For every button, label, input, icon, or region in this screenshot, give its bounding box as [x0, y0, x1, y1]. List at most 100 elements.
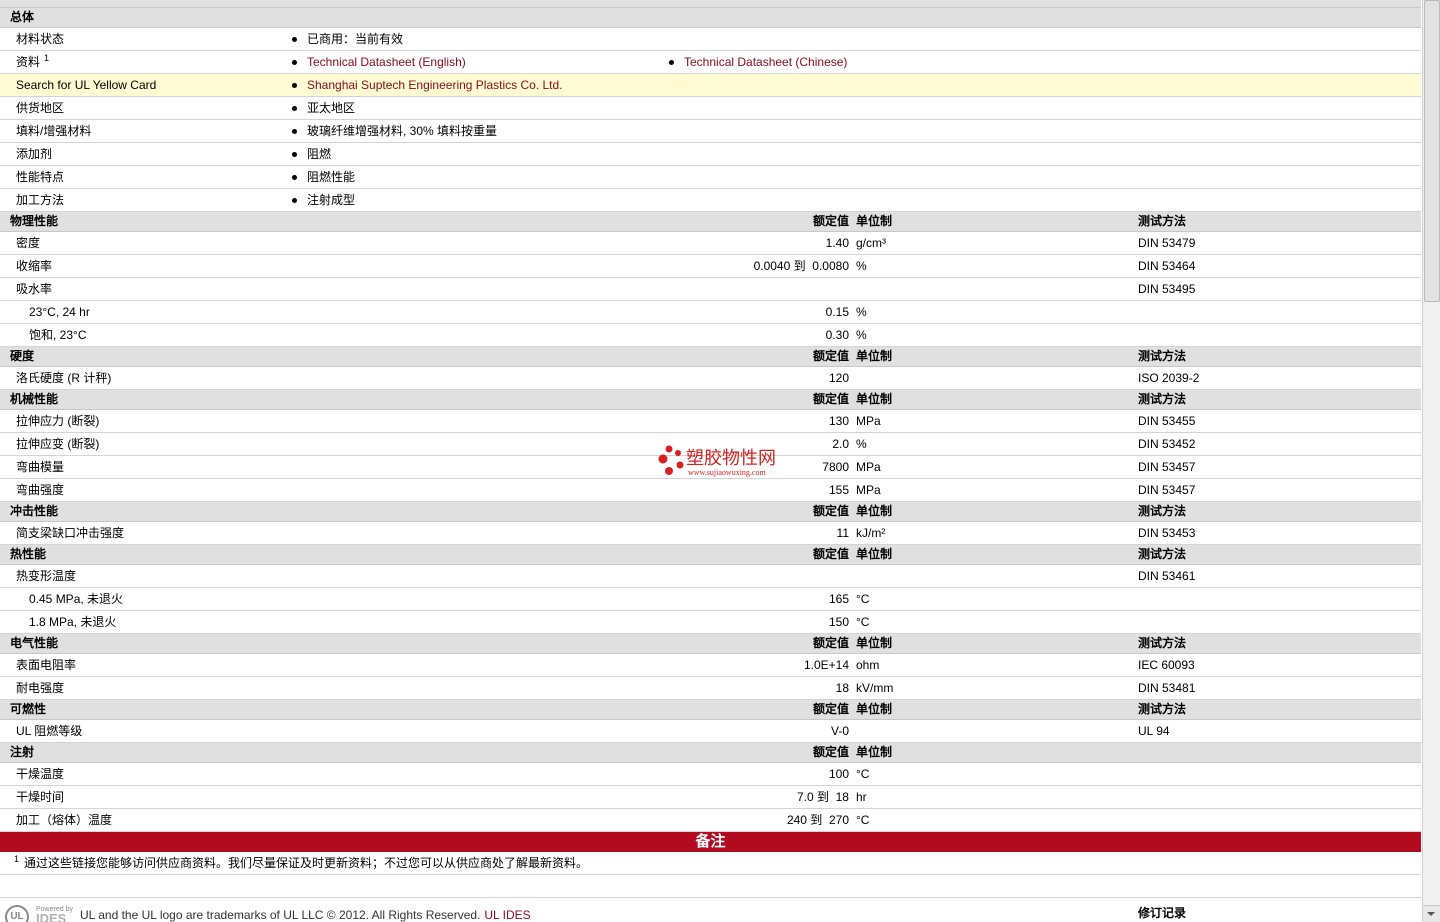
property-row: UL 阻燃等级 V-0 UL 94	[0, 720, 1421, 743]
ides-logo: IDES	[36, 911, 67, 922]
general-row: 资料 1 Technical Datasheet (English) Technica…	[0, 51, 1421, 74]
section-header: 硬度 额定值 单位制 测试方法	[0, 347, 1421, 367]
property-value: 120	[828, 371, 849, 385]
scrollbar-thumb[interactable]	[1424, 0, 1440, 302]
revision-history: 修订记录	[1138, 906, 1187, 920]
datasheet-link[interactable]: Shanghai Suptech Engineering Plastics Co…	[292, 74, 563, 96]
column-header-value: 额定值	[812, 702, 849, 716]
column-header-unit: 单位制	[856, 547, 893, 561]
property-unit: °C	[856, 813, 870, 827]
property-unit: %	[856, 305, 867, 319]
ul-ides-link[interactable]: UL IDES	[484, 908, 530, 922]
property-row: 热变形温度 DIN 53461	[0, 565, 1421, 588]
property-label: 收缩率	[16, 259, 53, 273]
property-unit: ohm	[856, 658, 880, 672]
section-title: 可燃性	[10, 702, 47, 716]
general-label-text: 填料/增强材料	[16, 124, 92, 138]
property-label: 表面电阻率	[16, 658, 77, 672]
test-method: IEC 60093	[1138, 658, 1195, 672]
property-row: 拉伸应变 (断裂) 2.0% DIN 53452	[0, 433, 1421, 456]
general-label: 资料 1	[16, 51, 49, 74]
property-unit: %	[856, 437, 867, 451]
general-label: 材料状态	[16, 28, 64, 50]
property-value: 1.40	[825, 236, 849, 250]
property-label: 23°C, 24 hr	[29, 305, 90, 319]
column-header-test-method: 测试方法	[1138, 349, 1187, 363]
datasheet-link[interactable]: Technical Datasheet (Chinese)	[668, 51, 847, 73]
property-unit: MPa	[856, 483, 881, 497]
section-title: 物理性能	[10, 214, 59, 228]
test-method: ISO 2039-2	[1138, 371, 1200, 385]
general-label-text: 材料状态	[16, 32, 65, 46]
property-unit: %	[856, 259, 867, 273]
property-unit: g/cm³	[856, 236, 886, 250]
property-unit: MPa	[856, 460, 881, 474]
property-label: 洛氏硬度 (R 计秤)	[16, 371, 112, 385]
copyright-notice: UL and the UL logo are trademarks of UL …	[80, 908, 531, 922]
general-value: 玻璃纤维增强材料, 30% 填料按重量	[291, 120, 497, 142]
property-row: 洛氏硬度 (R 计秤) 120 ISO 2039-2	[0, 367, 1421, 390]
general-row: 填料/增强材料 玻璃纤维增强材料, 30% 填料按重量	[0, 120, 1421, 143]
general-label-text: 加工方法	[16, 193, 65, 207]
section-header-general: 总体	[0, 8, 1421, 28]
column-header-test-method: 测试方法	[1138, 547, 1187, 561]
test-method: DIN 53479	[1138, 236, 1196, 250]
property-value: 165	[828, 592, 849, 606]
column-header-unit: 单位制	[856, 392, 893, 406]
scroll-down-button[interactable]	[1423, 905, 1440, 922]
general-value: 注射成型	[291, 189, 355, 211]
property-row: 23°C, 24 hr 0.15%	[0, 301, 1421, 324]
property-row: 弯曲模量 7800 MPa DIN 53457	[0, 456, 1421, 479]
property-value: 0.0040 到 0.0080	[753, 259, 849, 273]
datasheet-link[interactable]: Technical Datasheet (English)	[292, 51, 466, 73]
general-label: 性能特点	[16, 166, 64, 188]
column-header-value: 额定值	[812, 745, 849, 759]
column-header-unit: 单位制	[856, 702, 893, 716]
section-title: 总体	[10, 10, 35, 24]
property-label: 热变形温度	[16, 569, 77, 583]
property-label: 0.45 MPa, 未退火	[29, 592, 124, 606]
column-header-unit: 单位制	[856, 214, 893, 228]
section-header: 注射 额定值 单位制	[0, 743, 1421, 763]
section-title: 热性能	[10, 547, 47, 561]
section-title: 硬度	[10, 349, 35, 363]
column-header-value: 额定值	[812, 214, 849, 228]
property-row: 表面电阻率 1.0E+14 ohm IEC 60093	[0, 654, 1421, 677]
arrow-down-icon	[1427, 912, 1435, 916]
property-label: 简支梁缺口冲击强度	[16, 526, 125, 540]
column-header-test-method: 测试方法	[1138, 504, 1187, 518]
ul-logo: UL	[5, 905, 29, 922]
property-value: 7.0 到 18	[796, 790, 849, 804]
property-value: 100	[828, 767, 849, 781]
section-header: 物理性能 额定值 单位制 测试方法	[0, 212, 1421, 232]
property-label: 拉伸应变 (断裂)	[16, 437, 100, 451]
note: 1 通过这些链接您能够访问供应商资料。我们尽量保证及时更新资料；不过您可以从供应商…	[14, 852, 588, 875]
property-unit: %	[856, 328, 867, 342]
vertical-scrollbar[interactable]	[1422, 0, 1440, 922]
column-header-value: 额定值	[812, 547, 849, 561]
general-value: 已商用：当前有效	[291, 28, 403, 50]
column-header-unit: 单位制	[856, 504, 893, 518]
column-header-unit: 单位制	[856, 636, 893, 650]
property-value: 240 到 270	[786, 813, 849, 827]
property-row: 密度 1.40 g/cm³ DIN 53479	[0, 232, 1421, 255]
property-row: 耐电强度 18 kV/mm DIN 53481	[0, 677, 1421, 700]
test-method: DIN 53457	[1138, 460, 1196, 474]
general-label: Search for UL Yellow Card	[16, 74, 156, 96]
property-row: 0.45 MPa, 未退火 165 °C	[0, 588, 1421, 611]
section-header: 可燃性 额定值 单位制 测试方法	[0, 700, 1421, 720]
test-method: DIN 53461	[1138, 569, 1196, 583]
column-header-unit: 单位制	[856, 349, 893, 363]
general-label: 添加剂	[16, 143, 52, 165]
general-row: 性能特点 阻燃性能	[0, 166, 1421, 189]
section-title: 注射	[10, 745, 35, 759]
general-value: 阻燃	[291, 143, 331, 165]
general-label-text: 资料	[16, 55, 41, 69]
property-unit: °C	[856, 767, 870, 781]
column-header-value: 额定值	[812, 349, 849, 363]
general-row: 加工方法 注射成型	[0, 189, 1421, 212]
general-label: 加工方法	[16, 189, 64, 211]
property-label: 加工（熔体）温度	[16, 813, 113, 827]
test-method: DIN 53453	[1138, 526, 1196, 540]
test-method: DIN 53452	[1138, 437, 1196, 451]
